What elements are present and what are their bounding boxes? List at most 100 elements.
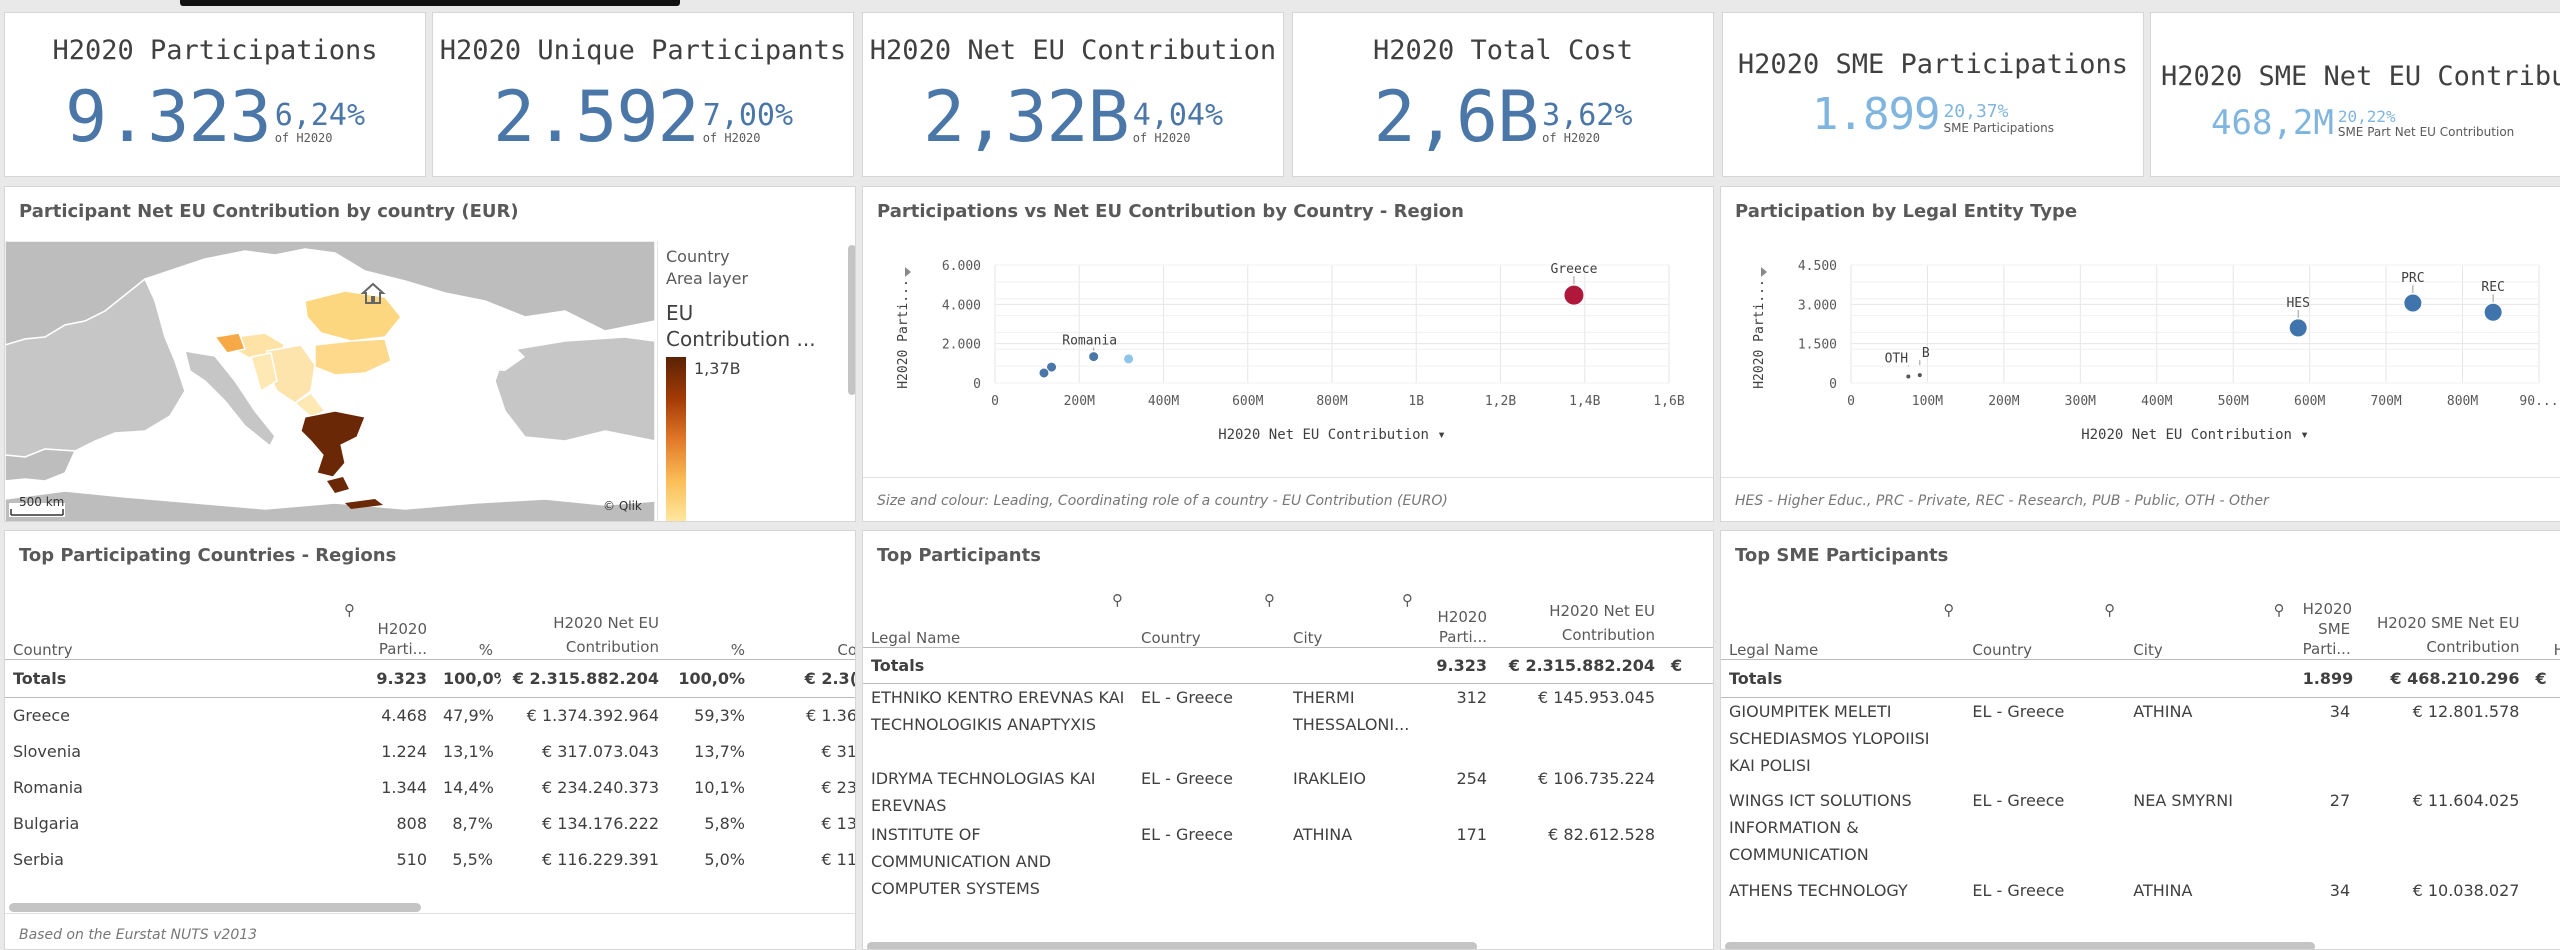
kpi-value: 9.323 xyxy=(64,76,272,158)
y-tick-label: 2.000 xyxy=(942,338,981,353)
table-row[interactable]: Romania 1.344 14,4% € 234.240.373 10,1% € 23 xyxy=(5,769,855,805)
kpi-percent: 6,24% xyxy=(274,98,366,133)
kpi-subtitle: SME Part Net EU Contribution xyxy=(2337,125,2515,139)
table-row[interactable]: WINGS ICT SOLUTIONS INFORMATION & COMMUN… xyxy=(1721,787,2560,877)
table-row[interactable]: Bulgaria 808 8,7% € 134.176.222 5,8% € 13 xyxy=(5,805,855,841)
horizontal-scrollbar[interactable] xyxy=(1725,942,2315,949)
x-tick-label: 600M xyxy=(2294,394,2325,409)
legend-scrollbar[interactable] xyxy=(848,245,855,395)
legend-measure-2: Contribution ... xyxy=(666,327,816,351)
x-tick-label: 90... xyxy=(2519,394,2558,409)
kpi-total-cost[interactable]: H2020 Total Cost 2,6B 3,62% of H2020 xyxy=(1292,12,1714,177)
kpi-value: 1.899 xyxy=(1812,89,1940,140)
x-axis-label: H2020 Net EU Contribution ▾ xyxy=(2081,427,2309,443)
data-point-label: OTH xyxy=(1885,351,1908,366)
map-scale-label: 500 km xyxy=(19,495,65,509)
table-row[interactable]: IDRYMA TECHNOLOGIAS KAI EREVNAS EL - Gree… xyxy=(863,765,1713,821)
x-tick-label: 1B xyxy=(1408,394,1424,409)
x-tick-label: 800M xyxy=(1316,394,1347,409)
y-tick-label: 0 xyxy=(1829,377,1837,392)
column-header[interactable]: % xyxy=(667,583,753,659)
column-header[interactable]: H xyxy=(2527,583,2560,659)
search-icon[interactable]: ⚲ xyxy=(1402,591,1413,609)
kpi-net-eu-contribution[interactable]: H2020 Net EU Contribution 2,32B 4,04% of … xyxy=(862,12,1284,177)
table-row[interactable]: ETHNIKO KENTRO EREVNAS KAI TECHNOLOGIKIS… xyxy=(863,683,1713,765)
table-row[interactable]: INSTITUTE OF COMMUNICATION AND COMPUTER … xyxy=(863,821,1713,903)
kpi-percent: 7,00% xyxy=(702,98,794,133)
column-header[interactable] xyxy=(1663,583,1713,647)
y-tick-label: 6.000 xyxy=(942,259,981,274)
column-header-country[interactable]: Country ⚲ xyxy=(5,583,365,659)
table-row[interactable]: Slovenia 1.224 13,1% € 317.073.043 13,7% € 31 xyxy=(5,733,855,769)
panel-title: Top Participants xyxy=(877,545,1041,566)
search-icon[interactable]: ⚲ xyxy=(1264,591,1275,609)
column-header[interactable]: H2020 Net EU Contribution xyxy=(1495,583,1663,647)
x-tick-label: 100M xyxy=(1912,394,1943,409)
kpi-participations[interactable]: H2020 Participations 9.323 6,24% of H2020 xyxy=(4,12,426,177)
x-tick-label: 400M xyxy=(1148,394,1179,409)
map-legend[interactable]: Country Area layer EU Contribution ... 1… xyxy=(657,241,855,521)
table-row[interactable]: Serbia 510 5,5% € 116.229.391 5,0% € 11 xyxy=(5,841,855,877)
horizontal-scrollbar[interactable] xyxy=(867,942,1477,949)
data-point xyxy=(2483,302,2503,322)
column-header[interactable]: H2020 SME Net EU Contribution xyxy=(2358,583,2527,659)
column-header-country[interactable]: Country ⚲ xyxy=(1964,583,2125,659)
top-sme-participants-table: Legal Name ⚲ Country ⚲ City ⚲ H2020 SME Par… xyxy=(1721,583,2560,917)
search-icon[interactable]: ⚲ xyxy=(2274,601,2285,619)
chart-footnote: Size and colour: Leading, Coordinating r… xyxy=(877,493,1448,509)
column-header[interactable]: H2020 Parti... xyxy=(365,583,435,659)
y-tick-label: 3.000 xyxy=(1798,298,1837,313)
x-tick-label: 400M xyxy=(2141,394,2172,409)
scatter-chart-countries[interactable]: 0 200M 400M 600M 800M 1B 1,2B 1,4B 1,6B 0 2.000 4.0… xyxy=(863,227,1714,477)
europe-map[interactable] xyxy=(5,241,655,522)
map-panel: Participant Net EU Contribution by count… xyxy=(4,186,856,522)
column-header-legal-name[interactable]: Legal Name ⚲ xyxy=(863,583,1133,647)
x-tick-label: 1,2B xyxy=(1485,394,1516,409)
horizontal-scrollbar[interactable] xyxy=(9,903,421,912)
data-point-label: PRC xyxy=(2401,271,2424,286)
kpi-sme-net-eu-contribution[interactable]: H2020 SME Net EU Contribution 468,2M 20,… xyxy=(2150,12,2560,177)
column-header-legal-name[interactable]: Legal Name ⚲ xyxy=(1721,583,1964,659)
kpi-title: H2020 Unique Participants xyxy=(439,35,847,66)
data-point-label: REC xyxy=(2481,280,2504,295)
data-point xyxy=(1906,374,1911,379)
play-icon xyxy=(905,267,911,277)
kpi-title: H2020 SME Participations xyxy=(1737,49,2129,80)
search-icon[interactable]: ⚲ xyxy=(2104,601,2115,619)
search-icon[interactable]: ⚲ xyxy=(1112,591,1123,609)
table-row[interactable]: GIOUMPITEK MELETI SCHEDIASMOS YLOPOIISI … xyxy=(1721,697,2560,787)
chart-footnote: HES - Higher Educ., PRC - Private, REC -… xyxy=(1735,493,2269,509)
totals-row: Totals 9.323 100,0% € 2.315.882.204 100,… xyxy=(5,659,855,698)
x-tick-label: 500M xyxy=(2218,394,2249,409)
column-header-city[interactable]: City ⚲ xyxy=(2125,583,2294,659)
legend-max-label: 1,37B xyxy=(694,359,741,378)
y-tick-label: 1.500 xyxy=(1798,338,1837,353)
table-row[interactable]: Greece 4.468 47,9% € 1.374.392.964 59,3% € 1.… xyxy=(5,697,855,733)
x-tick-label: 300M xyxy=(2065,394,2096,409)
column-header[interactable]: Co xyxy=(753,583,855,659)
kpi-title: H2020 Net EU Contribution xyxy=(869,35,1277,66)
search-icon[interactable]: ⚲ xyxy=(1943,601,1954,619)
data-point xyxy=(1563,284,1585,306)
kpi-percent: 20,22% xyxy=(2337,107,2396,126)
data-point xyxy=(1038,367,1050,379)
scatter-chart-legal-entity[interactable]: 0 100M 200M 300M 400M 500M 600M 700M 800M 90... 0 1… xyxy=(1721,227,2560,477)
column-header-country[interactable]: Country ⚲ xyxy=(1133,583,1285,647)
column-header[interactable]: H2020 Parti... xyxy=(1423,583,1495,647)
totals-row: Totals 1.899 € 468.210.296 € xyxy=(1721,659,2560,698)
column-header[interactable]: % xyxy=(435,583,501,659)
scatter-country-panel: Participations vs Net EU Contribution by… xyxy=(862,186,1714,522)
x-tick-label: 600M xyxy=(1232,394,1263,409)
column-header[interactable]: H2020 SME Parti... xyxy=(2295,583,2359,659)
column-header[interactable]: H2020 Net EU Contribution xyxy=(501,583,667,659)
column-header-city[interactable]: City ⚲ xyxy=(1285,583,1423,647)
table-row[interactable]: ATHENS TECHNOLOGY EL - Greece ATHINA 34 € 10… xyxy=(1721,877,2560,917)
kpi-percent: 20,37% xyxy=(1943,101,2009,122)
kpi-sme-participations[interactable]: H2020 SME Participations 1.899 20,37% SME… xyxy=(1722,12,2144,177)
kpi-unique-participants[interactable]: H2020 Unique Participants 2.592 7,00% of … xyxy=(432,12,854,177)
x-tick-label: 700M xyxy=(2370,394,2401,409)
top-sme-participants-panel: Top SME Participants Legal Name ⚲ Country… xyxy=(1720,530,2560,950)
top-banner xyxy=(0,0,2560,10)
search-icon[interactable]: ⚲ xyxy=(344,601,355,619)
countries-table-panel: Top Participating Countries - Regions Co… xyxy=(4,530,856,950)
